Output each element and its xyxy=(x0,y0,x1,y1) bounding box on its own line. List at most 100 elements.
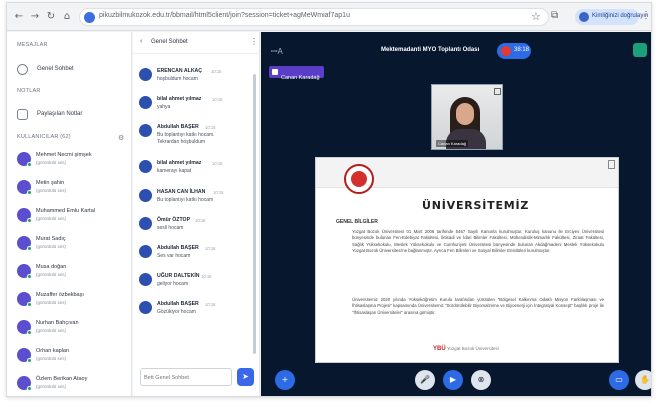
presenter-name: Canan Karadağ xyxy=(281,75,320,81)
slide-options-icon[interactable] xyxy=(608,160,615,169)
chat-scrollbar[interactable] xyxy=(253,74,256,354)
home-icon[interactable]: ⌂ xyxy=(61,11,73,23)
user-avatar xyxy=(17,320,32,335)
browser-menu-icon[interactable]: ⋮ xyxy=(641,10,651,21)
user-name: Muhammed Emlu Kartal xyxy=(36,208,95,214)
chat-message-input[interactable] xyxy=(144,372,228,383)
slide-paragraph: Üniversitemiz 2020 yılında Yükseköğretim… xyxy=(352,297,604,315)
message-text: hoşbuldum hocam xyxy=(157,76,198,82)
chat-options-icon[interactable]: ⋮ xyxy=(250,37,258,46)
presentation-slide: ÜNİVERSİTEMİZ GENEL BİLGİLER Yozgat Bozo… xyxy=(315,157,619,363)
user-list-item[interactable]: Nurhan Bahçıvan (görüntülü ses) xyxy=(15,318,127,338)
message-avatar xyxy=(139,245,152,258)
url-text[interactable]: pikuzbilmukozok.edu.tr/bbmail/html5clien… xyxy=(99,12,350,19)
user-name: Özlem Berikan Ataoy xyxy=(36,376,88,382)
profile-avatar-icon xyxy=(579,12,589,22)
user-name: Metin şahin xyxy=(36,180,65,186)
user-name: Musa doğan xyxy=(36,264,67,270)
profile-label: Kimliğinizi doğrulayın xyxy=(592,13,649,19)
browser-window: ← → ↻ ⌂ pikuzbilmukozok.edu.tr/bbmail/ht… xyxy=(6,2,652,397)
extensions-icon[interactable]: ⧉ xyxy=(551,10,558,21)
message-time: 10:16 xyxy=(201,274,212,279)
chat-header: ‹ Genel Sohbet ⋮ xyxy=(133,32,260,54)
shared-notes-item[interactable]: Paylaşılan Notlar xyxy=(15,107,125,123)
message-time: 10:16 xyxy=(195,218,206,223)
profile-button[interactable]: Kimliğinizi doğrulayın xyxy=(575,9,648,25)
actions-plus-button[interactable]: + xyxy=(275,370,295,390)
user-list-panel: MESAJLAR Genel Sohbet NOTLAR Paylaşılan … xyxy=(7,32,132,396)
message-sender: Abdullah BAŞER xyxy=(157,301,199,307)
user-status-detail: (görüntülü ses) xyxy=(36,160,67,165)
message-time: 10:15 xyxy=(212,97,223,102)
user-avatar xyxy=(17,264,32,279)
user-status-detail: (görüntülü ses) xyxy=(36,384,67,389)
bookmark-star-icon[interactable]: ☆ xyxy=(531,10,541,23)
users-section-title: KULLANICILAR (62) xyxy=(17,134,71,140)
forward-arrow-icon[interactable]: → xyxy=(29,11,41,23)
user-name: Orhan kaplan xyxy=(36,348,70,354)
footer-logo-mark: YBÜ xyxy=(433,346,446,352)
raise-hand-button[interactable]: ✋ xyxy=(635,370,651,390)
reload-icon[interactable]: ↻ xyxy=(45,11,57,23)
message-avatar xyxy=(139,301,152,314)
footer-logo-text: Yozgat Bozok Üniversitesi xyxy=(446,346,499,351)
message-text: Bu toplantıyı katkı hocam xyxy=(157,197,214,203)
user-avatar xyxy=(17,180,32,195)
camera-button[interactable]: ▶ xyxy=(443,370,463,390)
send-message-button[interactable]: ➤ xyxy=(237,368,254,386)
user-list-item[interactable]: Musa doğan (görüntülü ses) xyxy=(15,262,127,282)
message-time: 10:15 xyxy=(211,69,222,74)
presentation-button[interactable]: ▭ xyxy=(609,370,629,390)
message-text: yahya xyxy=(157,104,171,110)
chat-input-box[interactable] xyxy=(140,368,232,386)
shared-notes-label: Paylaşılan Notlar xyxy=(37,111,83,117)
message-avatar xyxy=(139,217,152,230)
notes-icon xyxy=(17,109,28,120)
user-list-item[interactable]: Muhammed Emlu Kartal (görüntülü ses) xyxy=(15,206,127,226)
message-time: 10:16 xyxy=(205,246,216,251)
toggle-panel-icon[interactable]: ꟷA xyxy=(271,46,283,57)
user-avatar xyxy=(17,236,32,251)
users-settings-gear-icon[interactable]: ⚙ xyxy=(118,134,124,142)
user-list-item[interactable]: Murat Sadıç (görüntülü ses) xyxy=(15,234,127,254)
chat-title: Genel Sohbet xyxy=(151,39,188,45)
webcam-video[interactable]: Canan Karadağ xyxy=(431,84,503,150)
meeting-title: Mektemadanti MYO Toplantı Odası xyxy=(381,47,480,53)
user-name: Nurhan Bahçıvan xyxy=(36,320,79,326)
site-info-icon[interactable] xyxy=(84,12,95,23)
message-sender: HASAN CAN İLHAN xyxy=(157,189,206,195)
slide-paragraph: Yozgat Bozok Üniversitesi 01 Mart 2006 t… xyxy=(352,229,604,254)
message-time: 10:15 xyxy=(213,190,224,195)
user-status-detail: (görüntülü ses) xyxy=(36,272,67,277)
microphone-button[interactable]: 🎤 xyxy=(415,370,435,390)
message-time: 10:16 xyxy=(205,302,216,307)
message-sender: Abdullah BAŞER xyxy=(157,124,199,130)
message-text: Ses var hocam xyxy=(157,253,191,259)
message-avatar xyxy=(139,273,152,286)
public-chat-item[interactable]: Genel Sohbet xyxy=(15,62,125,78)
screen-share-button[interactable]: ⊗ xyxy=(471,370,491,390)
recording-indicator[interactable]: 38:18 xyxy=(497,43,531,59)
chat-bubble-icon xyxy=(17,64,28,75)
presenter-icon xyxy=(272,69,278,75)
user-list-item[interactable]: Özlem Berikan Ataoy (görüntülü ses) xyxy=(15,374,127,394)
message-time: 10:15 xyxy=(212,161,223,166)
fullscreen-icon[interactable] xyxy=(494,88,501,95)
webcam-user-name: Canan Karadağ xyxy=(436,140,469,147)
connection-status-icon[interactable] xyxy=(633,43,647,57)
message-text: Gözükiyor hocam xyxy=(157,309,196,315)
user-avatar xyxy=(17,376,32,391)
notes-section-title: NOTLAR xyxy=(17,88,41,94)
user-list-item[interactable]: Orhan kaplan (görüntülü ses) xyxy=(15,346,127,366)
user-avatar xyxy=(17,152,32,167)
user-list-item[interactable]: Muzaffer özbekbaşı (görüntülü ses) xyxy=(15,290,127,310)
message-sender: Abdullah BAŞER xyxy=(157,245,199,251)
back-arrow-icon[interactable]: ← xyxy=(13,11,25,23)
chat-back-icon[interactable]: ‹ xyxy=(140,38,142,45)
user-list-item[interactable]: Mehmet Necmi şimşek (görüntülü ses) xyxy=(15,150,127,170)
address-bar[interactable]: pikuzbilmukozok.edu.tr/bbmail/html5clien… xyxy=(79,8,549,26)
user-status-detail: (görüntülü ses) xyxy=(36,356,67,361)
message-text: geliyor hocam xyxy=(157,281,189,287)
user-list-item[interactable]: Metin şahin (görüntülü ses) xyxy=(15,178,127,198)
message-time: 10:15 xyxy=(205,125,216,130)
